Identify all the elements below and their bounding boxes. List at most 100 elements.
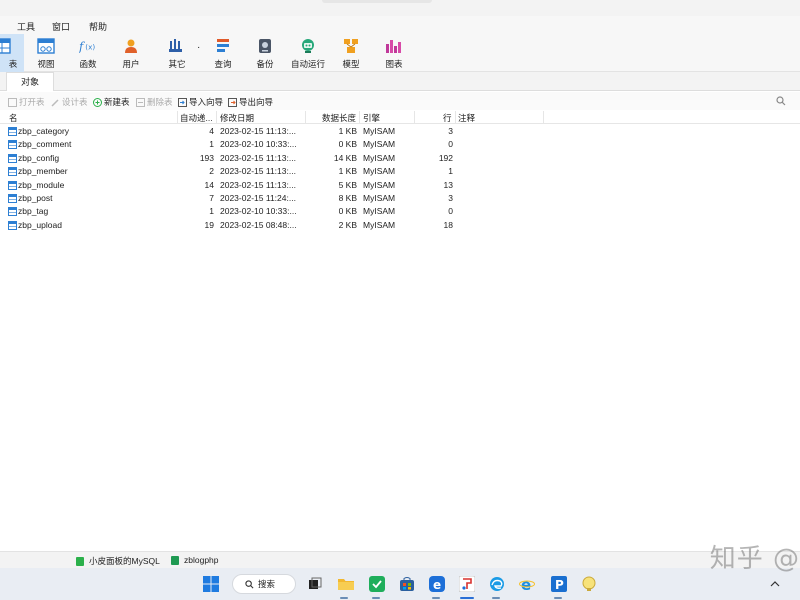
- column-divider[interactable]: [305, 111, 306, 124]
- table-row[interactable]: zbp_tag 1 2023-02-10 10:33:... 0 KB MyISAM 0: [0, 205, 560, 218]
- toolbar-label: 模型: [342, 59, 360, 69]
- query-icon: [214, 37, 232, 55]
- running-indicator: [340, 597, 348, 599]
- windows-logo-icon: [203, 576, 219, 592]
- cell-modified-date: 2023-02-10 10:33:...: [220, 206, 297, 217]
- import-wizard-button[interactable]: 导入向导: [178, 96, 223, 108]
- search-icon[interactable]: [776, 96, 786, 106]
- cell-engine: MyISAM: [363, 126, 396, 136]
- column-header-modified-date[interactable]: 修改日期: [220, 112, 254, 124]
- toolbar-label: 表: [8, 59, 18, 69]
- minus-box-icon: [136, 97, 145, 107]
- table-icon: [8, 194, 17, 203]
- cell-table-name: zbp_config: [18, 152, 60, 163]
- cell-engine: MyISAM: [363, 219, 396, 230]
- cell-data-length: 8 KB: [338, 193, 357, 203]
- cell-auto-increment: 1: [209, 206, 214, 217]
- toolbar-user-button[interactable]: 用户: [109, 34, 153, 72]
- design-table-button[interactable]: 设计表: [51, 96, 88, 108]
- running-indicator: [492, 597, 500, 599]
- column-divider[interactable]: [177, 111, 178, 124]
- action-label: 导出向导: [239, 97, 274, 107]
- table-icon: [8, 220, 17, 230]
- menu-window[interactable]: 窗口: [52, 20, 70, 33]
- toolbar-backup-button[interactable]: 备份: [243, 34, 287, 72]
- browser-app-button[interactable]: e: [428, 575, 446, 593]
- toolbar-query-button[interactable]: 查询: [201, 34, 245, 72]
- task-view-button[interactable]: [306, 575, 324, 593]
- status-database-label: zblogphp: [184, 555, 219, 565]
- start-button[interactable]: [202, 575, 220, 593]
- open-table-button[interactable]: 打开表: [8, 96, 45, 108]
- wechat-app-button[interactable]: [368, 575, 386, 593]
- toolbar-label: 视图: [37, 59, 55, 69]
- edge-app-button[interactable]: [488, 575, 506, 593]
- column-divider[interactable]: [216, 111, 217, 124]
- table-row[interactable]: zbp_member 2 2023-02-15 11:13:... 1 KB MyISA…: [0, 165, 560, 178]
- cell-modified-date: 2023-02-15 11:24:...: [220, 193, 296, 203]
- toolbar-model-button[interactable]: 模型: [329, 34, 373, 72]
- cell-modified-date: 2023-02-15 11:13:...: [220, 126, 296, 136]
- action-label: 新建表: [104, 97, 130, 107]
- browser-e-icon: e: [429, 576, 445, 592]
- toolbar-automation-button[interactable]: 自动运行: [286, 34, 330, 72]
- column-header-name[interactable]: 名: [9, 112, 18, 124]
- p-app-button[interactable]: P: [550, 575, 568, 593]
- function-icon: f (x): [79, 37, 97, 55]
- table-icon: [8, 153, 17, 163]
- column-divider[interactable]: [414, 111, 415, 124]
- cell-table-name: zbp_upload: [18, 219, 62, 230]
- main-toolbar: 表 视图 f (x) 函数 用户 其它 · 查询 备份 自动运行 模型 图表: [0, 34, 800, 72]
- column-header-data-length[interactable]: 数据长度: [322, 112, 356, 124]
- running-indicator: [372, 597, 380, 599]
- column-header-engine[interactable]: 引擎: [363, 112, 380, 124]
- column-header-rows[interactable]: 行: [443, 112, 452, 124]
- database-icon: [171, 555, 179, 565]
- new-table-button[interactable]: 新建表: [93, 96, 130, 108]
- table-row[interactable]: zbp_comment 1 2023-02-10 10:33:... 0 KB MyIS…: [0, 138, 560, 151]
- delete-table-button[interactable]: 删除表: [136, 96, 173, 108]
- table-row[interactable]: zbp_category 4 2023-02-15 11:13:... 1 KB MyI…: [0, 125, 560, 138]
- navicat-app-button[interactable]: [458, 575, 476, 593]
- cell-data-length: 5 KB: [338, 179, 357, 190]
- column-header-comment[interactable]: 注释: [458, 112, 475, 124]
- misc-app-button[interactable]: [580, 575, 598, 593]
- running-indicator: [432, 597, 440, 599]
- ie-app-button[interactable]: e: [518, 575, 536, 593]
- cell-row-count: 0: [448, 139, 453, 150]
- store-app-button[interactable]: [398, 575, 416, 593]
- column-divider[interactable]: [455, 111, 456, 124]
- chart-icon: [385, 37, 403, 55]
- column-header-auto-increment[interactable]: 自动递...: [180, 112, 213, 124]
- table-row[interactable]: zbp_module 14 2023-02-15 11:13:... 5 KB MyIS…: [0, 179, 560, 192]
- cell-table-name: zbp_tag: [18, 206, 49, 217]
- menu-help[interactable]: 帮助: [89, 20, 107, 33]
- toolbar-view-button[interactable]: 视图: [24, 34, 68, 72]
- cell-modified-date: 2023-02-15 11:13:...: [220, 179, 296, 190]
- toolbar-chart-button[interactable]: 图表: [372, 34, 416, 72]
- menu-tools[interactable]: 工具: [17, 20, 35, 33]
- table-row[interactable]: zbp_upload 19 2023-02-15 08:48:... 2 KB MyIS…: [0, 219, 560, 232]
- tray-up-arrow-button[interactable]: [766, 575, 784, 593]
- action-label: 删除表: [147, 97, 173, 107]
- user-icon: [122, 37, 140, 55]
- toolbar-other-button[interactable]: 其它: [155, 34, 199, 72]
- column-divider[interactable]: [359, 111, 360, 124]
- backup-icon: [256, 37, 274, 55]
- table-row[interactable]: zbp_post 7 2023-02-15 11:24:... 8 KB MyISAM 3: [0, 192, 560, 205]
- export-wizard-button[interactable]: 导出向导: [228, 96, 273, 108]
- cell-engine: MyISAM: [363, 139, 396, 150]
- window-top-strip: [0, 0, 800, 16]
- cell-auto-increment: 193: [199, 152, 214, 163]
- toolbar-table-button[interactable]: 表: [0, 34, 24, 72]
- toolbar-function-button[interactable]: f (x) 函数: [66, 34, 110, 72]
- model-icon: [342, 37, 360, 55]
- cell-auto-increment: 4: [209, 126, 214, 136]
- cell-data-length: 14 KB: [333, 152, 357, 163]
- tab-objects[interactable]: 对象: [6, 72, 54, 91]
- column-divider[interactable]: [543, 111, 544, 124]
- table-row[interactable]: zbp_config 193 2023-02-15 11:13:... 14 KB My…: [0, 152, 560, 165]
- navicat-icon: [459, 576, 475, 592]
- taskbar-search[interactable]: 搜索: [232, 574, 296, 594]
- file-explorer-button[interactable]: [337, 575, 355, 593]
